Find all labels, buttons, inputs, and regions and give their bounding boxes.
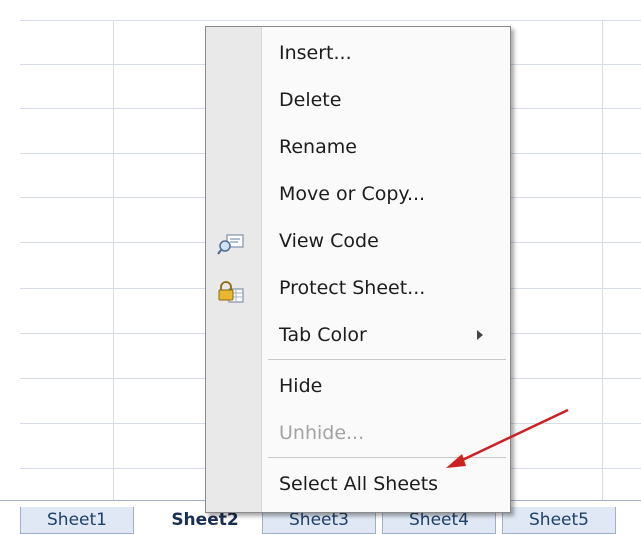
annotation-arrow — [446, 408, 569, 468]
